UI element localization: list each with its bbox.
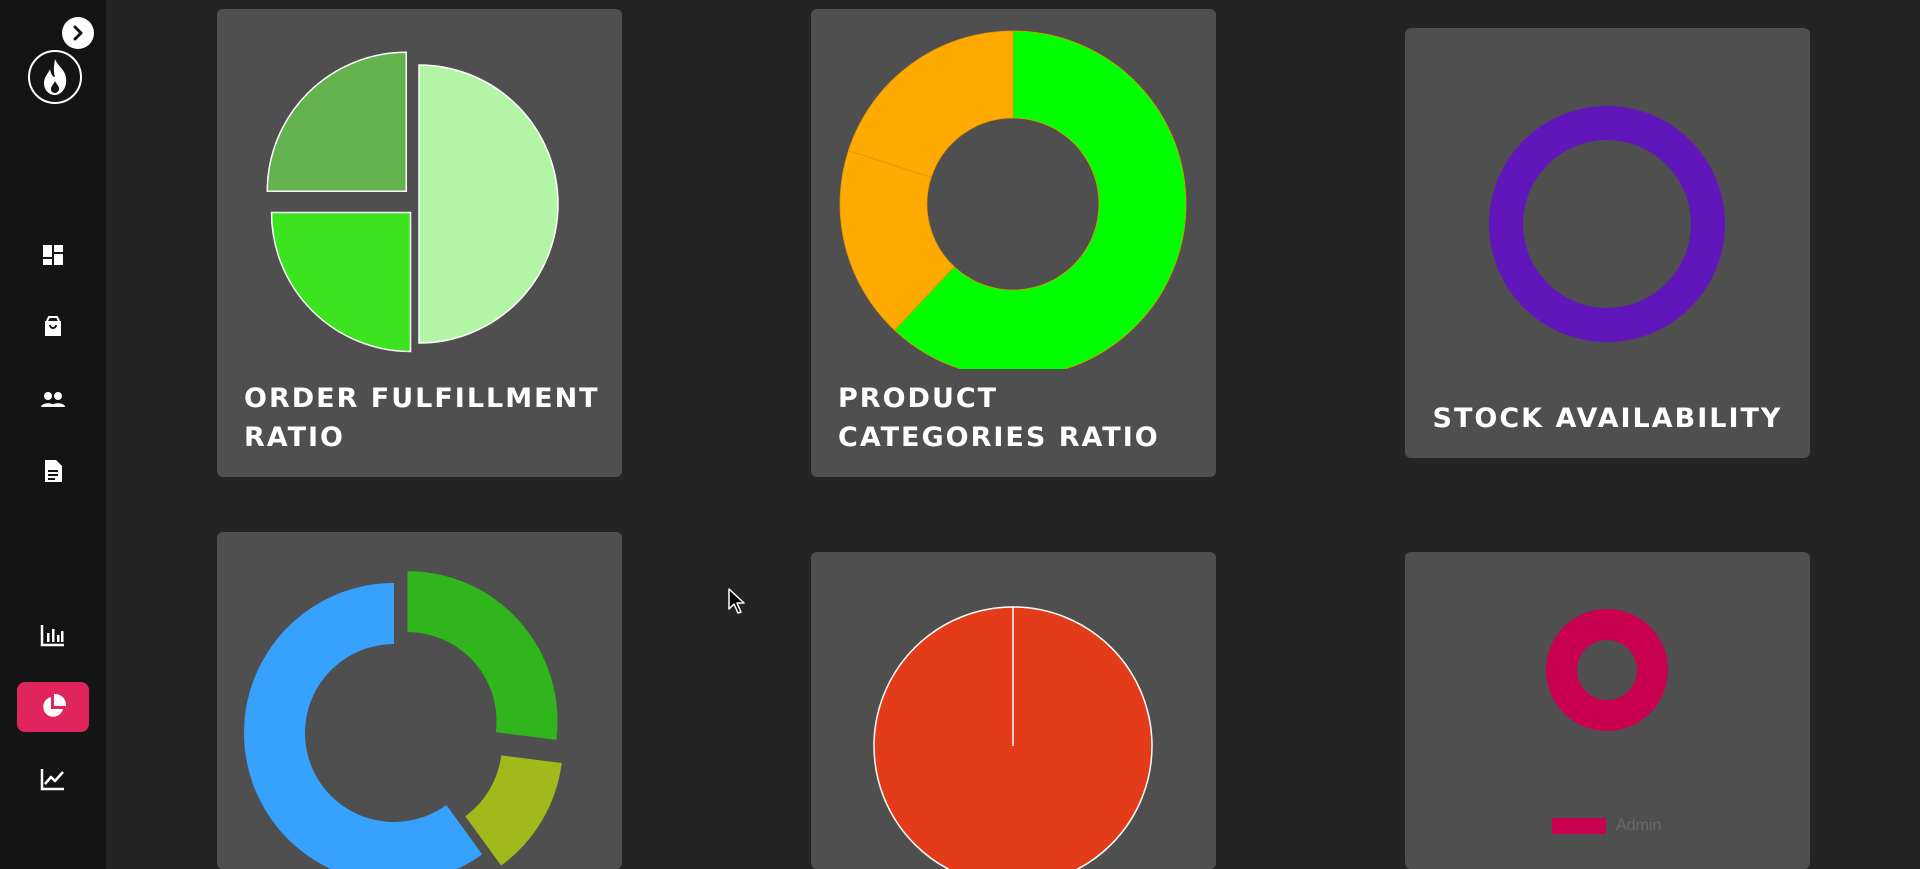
chart-card-5 bbox=[811, 552, 1216, 869]
flame-icon bbox=[44, 59, 67, 95]
mouse-cursor-icon bbox=[728, 588, 745, 614]
card-title: ORDER FULFILLMENT RATIO bbox=[244, 383, 600, 453]
expand-sidebar-button[interactable] bbox=[62, 17, 94, 49]
document-icon bbox=[45, 460, 62, 482]
card-title: STOCK AVAILABILITY bbox=[1432, 403, 1783, 434]
chevron-right-icon bbox=[73, 25, 83, 41]
product-categories-donut bbox=[839, 30, 1187, 369]
logo bbox=[28, 50, 82, 104]
chart-legend[interactable]: Admin bbox=[1552, 817, 1661, 835]
stock-availability-card: STOCK AVAILABILITY bbox=[1405, 28, 1810, 458]
chart-card-6: Admin bbox=[1405, 552, 1810, 869]
legend-label: Admin bbox=[1616, 817, 1662, 834]
nav-dashboard[interactable] bbox=[17, 230, 89, 280]
sidebar bbox=[0, 0, 106, 869]
donut-chart-4 bbox=[244, 571, 562, 869]
nav-pie-charts[interactable] bbox=[17, 682, 89, 732]
pie-chart-5 bbox=[873, 606, 1153, 869]
dashboard-icon bbox=[43, 245, 63, 265]
nav-orders[interactable] bbox=[17, 302, 89, 352]
order-fulfillment-pie bbox=[266, 51, 559, 353]
chart-slice[interactable] bbox=[270, 211, 412, 353]
chart-slice[interactable] bbox=[266, 51, 408, 193]
card-title: PRODUCT CATEGORIES RATIO bbox=[838, 383, 1160, 453]
product-categories-card: PRODUCT CATEGORIES RATIO bbox=[811, 9, 1216, 477]
legend-swatch bbox=[1552, 818, 1606, 834]
order-fulfillment-card: ORDER FULFILLMENT RATIO bbox=[217, 9, 622, 477]
chart-card-4 bbox=[217, 532, 622, 869]
nav-users[interactable] bbox=[17, 374, 89, 424]
users-icon bbox=[41, 392, 65, 407]
nav-line-charts[interactable] bbox=[17, 754, 89, 804]
line-chart-icon bbox=[40, 769, 64, 791]
chart-slice[interactable] bbox=[1546, 609, 1668, 731]
nav-documents[interactable] bbox=[17, 446, 89, 496]
pie-chart-icon bbox=[43, 693, 67, 717]
shopping-bag-icon bbox=[45, 316, 61, 336]
chart-slice[interactable] bbox=[847, 30, 1014, 178]
chart-slice[interactable] bbox=[418, 64, 559, 344]
chart-slice[interactable] bbox=[465, 755, 562, 866]
nav-bar-charts[interactable] bbox=[17, 610, 89, 660]
bar-chart-icon bbox=[40, 625, 64, 647]
stock-availability-donut bbox=[1489, 106, 1725, 342]
chart-slice[interactable] bbox=[1489, 106, 1725, 342]
chart-slice[interactable] bbox=[407, 571, 558, 740]
